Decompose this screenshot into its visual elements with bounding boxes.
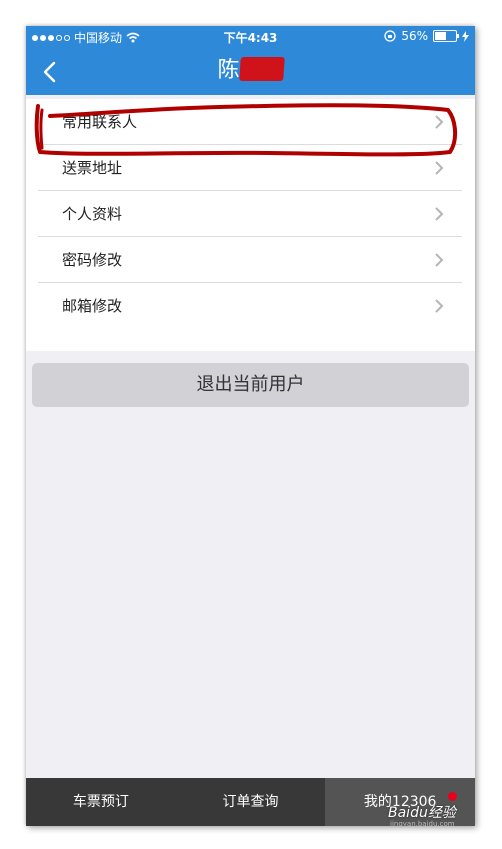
tab-ticket-booking[interactable]: 车票预订 (26, 778, 176, 826)
menu-item-change-password[interactable]: 密码修改 (38, 237, 462, 283)
status-right: 56% (384, 29, 469, 43)
navigation-bar: 陈 (26, 48, 475, 95)
chevron-right-icon (435, 115, 444, 129)
tab-order-query[interactable]: 订单查询 (176, 778, 326, 826)
tab-label: 车票预订 (72, 794, 129, 810)
page-title: 陈 (26, 57, 475, 85)
chevron-right-icon (435, 253, 444, 267)
baidu-jingyan-watermark: Baidu经验 (388, 805, 456, 821)
settings-menu: 常用联系人 送票地址 个人资料 密码修改 邮箱修改 (26, 99, 475, 351)
menu-item-label: 邮箱修改 (62, 297, 123, 315)
chevron-right-icon (435, 161, 444, 175)
logout-button[interactable]: 退出当前用户 (32, 363, 469, 407)
menu-item-contacts[interactable]: 常用联系人 (38, 99, 462, 145)
watermark-url: jingyan.baidu.com (390, 820, 455, 828)
chevron-right-icon (435, 299, 444, 313)
menu-item-profile[interactable]: 个人资料 (38, 191, 462, 237)
charging-bolt-icon (462, 30, 469, 42)
title-visible-text: 陈 (217, 58, 240, 83)
menu-item-change-email[interactable]: 邮箱修改 (38, 283, 462, 328)
menu-item-delivery-address[interactable]: 送票地址 (38, 145, 462, 191)
battery-percent: 56% (401, 29, 428, 43)
menu-item-label: 个人资料 (62, 205, 123, 223)
rotation-lock-icon (384, 30, 396, 42)
menu-item-label: 送票地址 (62, 159, 123, 177)
menu-item-label: 密码修改 (62, 251, 123, 269)
status-bar: 中国移动 下午4:43 56% (26, 26, 475, 48)
battery-icon (433, 30, 459, 42)
redaction-mark (238, 57, 285, 81)
menu-item-label: 常用联系人 (62, 113, 138, 131)
chevron-right-icon (435, 207, 444, 221)
phone-screenshot-frame: 中国移动 下午4:43 56% 陈 常用联系人 送票地址 个人资料 密码修改 邮… (26, 26, 475, 826)
notification-badge (448, 792, 458, 801)
tab-label: 订单查询 (222, 794, 279, 810)
